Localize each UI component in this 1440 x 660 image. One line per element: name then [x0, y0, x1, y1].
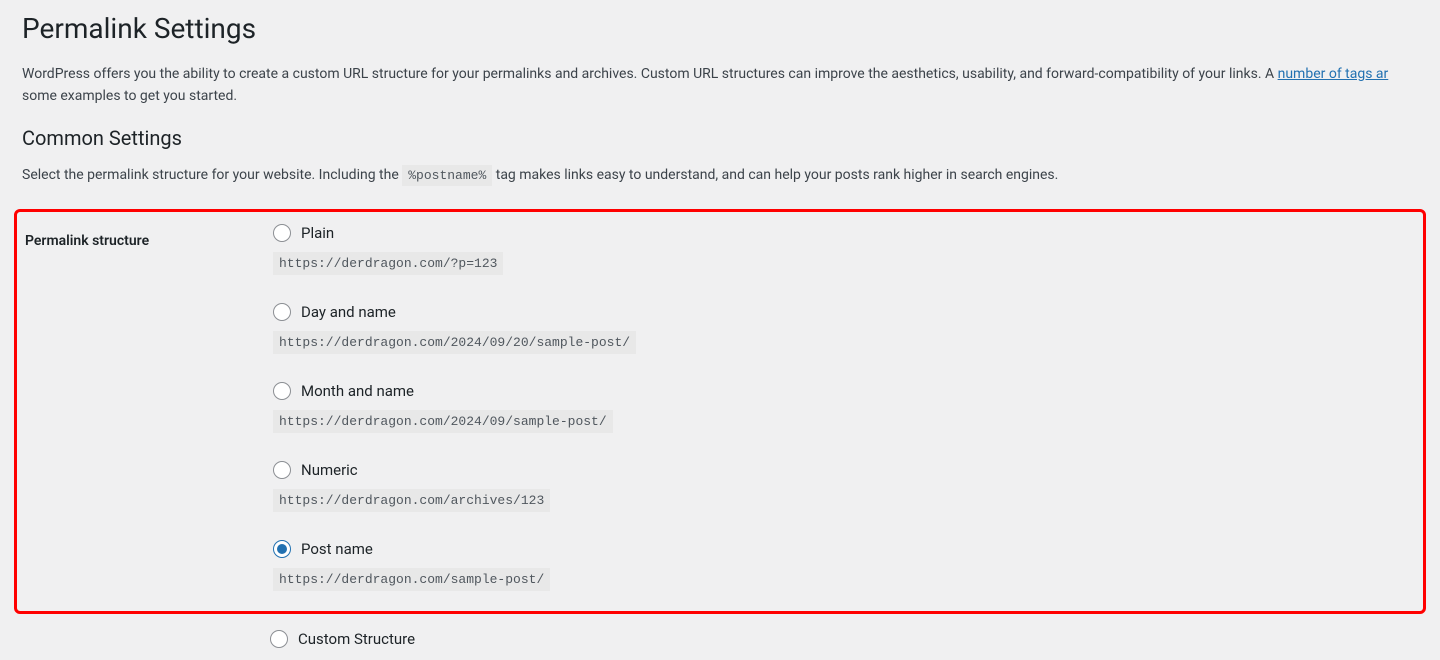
- common-settings-heading: Common Settings: [22, 126, 1418, 150]
- option-label-numeric[interactable]: Numeric: [301, 461, 358, 479]
- radio-day-name[interactable]: [273, 303, 291, 321]
- structure-option-month-name: Month and name https://derdragon.com/202…: [273, 382, 1415, 433]
- radio-numeric[interactable]: [273, 461, 291, 479]
- option-label-month-name[interactable]: Month and name: [301, 382, 414, 400]
- structure-option-custom: Custom Structure: [270, 630, 1418, 648]
- option-label-custom[interactable]: Custom Structure: [298, 630, 415, 648]
- permalink-structure-label: Permalink structure: [25, 218, 273, 264]
- option-label-post-name[interactable]: Post name: [301, 540, 373, 558]
- postname-tag: %postname%: [402, 165, 492, 186]
- highlight-box: Permalink structure Plain https://derdra…: [14, 209, 1426, 614]
- radio-custom[interactable]: [270, 630, 288, 648]
- common-desc-after: tag makes links easy to understand, and …: [496, 167, 1059, 183]
- common-desc-before: Select the permalink structure for your …: [22, 167, 402, 183]
- structure-option-day-name: Day and name https://derdragon.com/2024/…: [273, 303, 1415, 354]
- option-label-plain[interactable]: Plain: [301, 224, 334, 242]
- example-numeric: https://derdragon.com/archives/123: [273, 489, 550, 512]
- example-plain: https://derdragon.com/?p=123: [273, 252, 503, 275]
- intro-paragraph: WordPress offers you the ability to crea…: [22, 63, 1418, 108]
- example-day-name: https://derdragon.com/2024/09/20/sample-…: [273, 331, 636, 354]
- common-settings-desc: Select the permalink structure for your …: [22, 164, 1418, 187]
- radio-post-name[interactable]: [273, 540, 291, 558]
- example-month-name: https://derdragon.com/2024/09/sample-pos…: [273, 410, 613, 433]
- structure-option-numeric: Numeric https://derdragon.com/archives/1…: [273, 461, 1415, 512]
- page-title: Permalink Settings: [22, 12, 1418, 45]
- structure-option-plain: Plain https://derdragon.com/?p=123: [273, 224, 1415, 275]
- radio-plain[interactable]: [273, 224, 291, 242]
- radio-month-name[interactable]: [273, 382, 291, 400]
- example-post-name: https://derdragon.com/sample-post/: [273, 568, 550, 591]
- option-label-day-name[interactable]: Day and name: [301, 303, 396, 321]
- structure-option-post-name: Post name https://derdragon.com/sample-p…: [273, 540, 1415, 591]
- intro-text-before: WordPress offers you the ability to crea…: [22, 66, 1278, 82]
- intro-text-after: some examples to get you started.: [22, 88, 237, 104]
- tags-link[interactable]: number of tags ar: [1278, 66, 1389, 82]
